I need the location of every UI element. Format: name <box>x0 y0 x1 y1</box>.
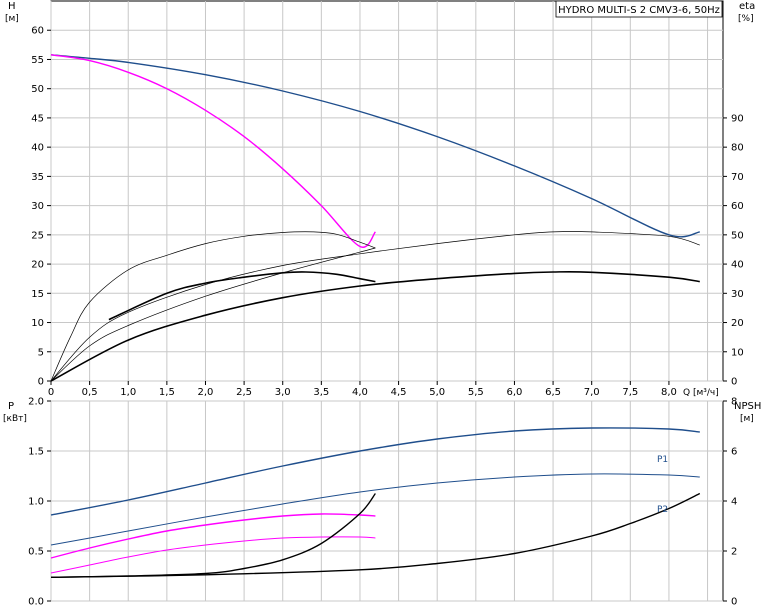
chart-title: HYDRO MULTI-S 2 CMV3-6, 50Hz <box>558 5 720 16</box>
head-x-tick-label: 0,5 <box>82 387 98 398</box>
head-axis-unit: [м] <box>5 14 19 24</box>
head-x-tick-label: 2,5 <box>236 387 252 398</box>
head-right-tick-label: 30 <box>731 289 744 300</box>
head-x-tick-label: 5,0 <box>429 387 445 398</box>
head-x-tick-label: 6,5 <box>545 387 561 398</box>
head-x-tick-label: 6,0 <box>506 387 522 398</box>
legend-p2: P2 <box>657 505 668 515</box>
head-right-tick-label: 10 <box>731 347 744 358</box>
head-right-tick-label: 40 <box>731 260 744 271</box>
head-x-tick-label: 8,0 <box>661 387 677 398</box>
head-left-tick-label: 15 <box>31 289 44 300</box>
head-left-tick-label: 55 <box>31 55 44 66</box>
chart-canvas: 0510152025303540455055600102030405060708… <box>3 0 761 608</box>
head-right-tick-label: 20 <box>731 318 744 329</box>
head-x-tick-label: 5,5 <box>468 387 484 398</box>
npsh-axis-unit: [м] <box>740 414 754 424</box>
eta-axis-unit: [%] <box>738 14 754 24</box>
head-right-tick-label: 0 <box>731 377 737 388</box>
head-left-tick-label: 60 <box>31 26 44 37</box>
head-right-tick-label: 80 <box>731 143 744 154</box>
power-left-tick-label: 0.0 <box>28 597 44 608</box>
head-left-tick-label: 5 <box>38 347 44 358</box>
head-plot-frame <box>50 0 724 382</box>
head-left-tick-label: 10 <box>31 318 44 329</box>
power-right-tick-label: 0 <box>731 597 737 608</box>
power-right-tick-label: 4 <box>731 497 737 508</box>
legend-p1: P1 <box>657 455 668 465</box>
npsh-axis-label: NPSH <box>734 401 761 412</box>
head-right-tick-label: 50 <box>731 230 744 241</box>
head-left-tick-label: 45 <box>31 113 44 124</box>
power-left-tick-label: 1.0 <box>28 497 44 508</box>
head-x-tick-label: 4,0 <box>352 387 368 398</box>
pump-performance-chart: 0 5 10 15 20 25 30 35 40 45 50 55 60 0 10 20 30 40 50 60 70 8… <box>0 0 774 611</box>
head-x-tick-label: 2,0 <box>198 387 214 398</box>
head-x-tick-label: 3,5 <box>313 387 329 398</box>
flow-axis-label: Q [м³/ч] <box>683 388 719 398</box>
head-left-tick-label: 30 <box>31 201 44 212</box>
head-x-tick-label: 3,0 <box>275 387 291 398</box>
power-left-tick-label: 1.5 <box>28 447 44 458</box>
power-right-tick-label: 6 <box>731 447 737 458</box>
head-x-tick-label: 1,0 <box>120 387 136 398</box>
power-axis-unit: [кВт] <box>3 414 27 424</box>
head-left-tick-label: 0 <box>38 377 44 388</box>
head-left-tick-label: 20 <box>31 260 44 271</box>
power-left-tick-label: 2.0 <box>28 397 44 408</box>
head-left-tick-label: 50 <box>31 84 44 95</box>
head-left-tick-label: 25 <box>31 230 44 241</box>
head-left-tick-label: 35 <box>31 172 44 183</box>
head-right-tick-label: 60 <box>731 201 744 212</box>
head-axis-label: H <box>8 1 16 12</box>
head-right-tick-label: 70 <box>731 172 744 183</box>
power-right-tick-label: 2 <box>731 547 737 558</box>
head-x-tick-label: 7,0 <box>584 387 600 398</box>
head-x-tick-label: 0 <box>48 387 54 398</box>
eta-axis-label: eta <box>739 1 755 12</box>
head-x-tick-label: 7,5 <box>622 387 638 398</box>
head-right-tick-label: 90 <box>731 113 744 124</box>
power-left-tick-label: 0.5 <box>28 547 44 558</box>
head-x-tick-label: 4,5 <box>391 387 407 398</box>
head-left-tick-label: 40 <box>31 143 44 154</box>
power-axis-label: P <box>8 401 14 412</box>
head-x-tick-label: 1,5 <box>159 387 175 398</box>
